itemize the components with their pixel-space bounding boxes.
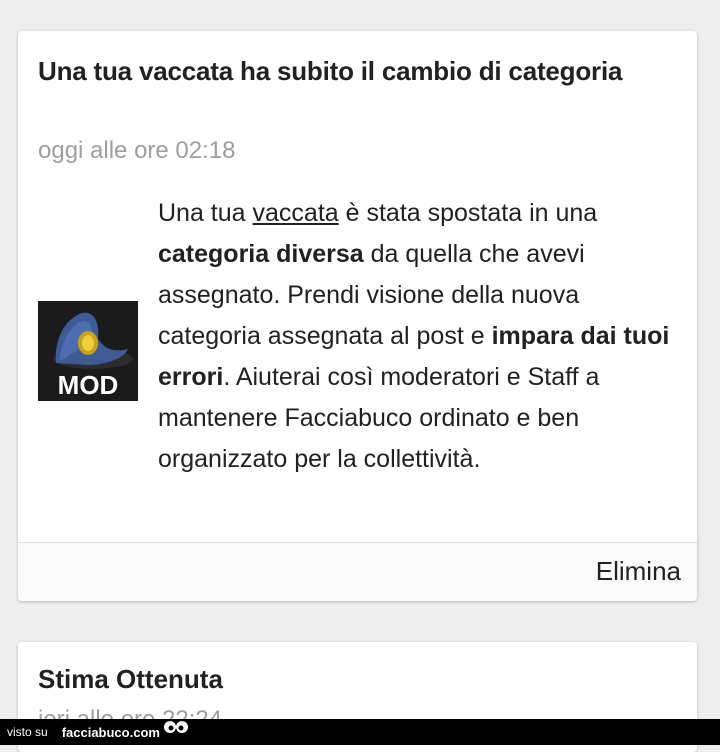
delete-button[interactable]: Elimina — [596, 556, 681, 587]
card-actions: Elimina — [18, 543, 697, 601]
eyes-icon — [163, 720, 189, 741]
watermark-site: facciabuco.com — [61, 724, 160, 740]
notification-title: Una tua vaccata ha subito il cambio di c… — [38, 56, 623, 86]
post-link[interactable]: vaccata — [253, 199, 339, 227]
notification-title: Stima Ottenuta — [38, 664, 223, 694]
body-text-1: Una tua — [158, 199, 253, 227]
watermark-bar: visto su facciabuco.com — [0, 719, 720, 745]
notification-time: oggi alle ore 02:18 — [38, 137, 236, 164]
mod-label: MOD — [58, 370, 119, 400]
moderator-icon: MOD — [38, 301, 138, 401]
body-text-2: è stata spostata in una — [338, 199, 598, 227]
body-bold-1: categoria diversa — [158, 240, 364, 268]
notification-body: Una tua vaccata è stata spostata in una … — [158, 193, 688, 480]
body-text-4: . Aiuterai così moderatori e Staff a man… — [158, 363, 600, 473]
watermark-prefix: visto su — [7, 725, 48, 739]
notification-card: Una tua vaccata ha subito il cambio di c… — [18, 31, 697, 601]
